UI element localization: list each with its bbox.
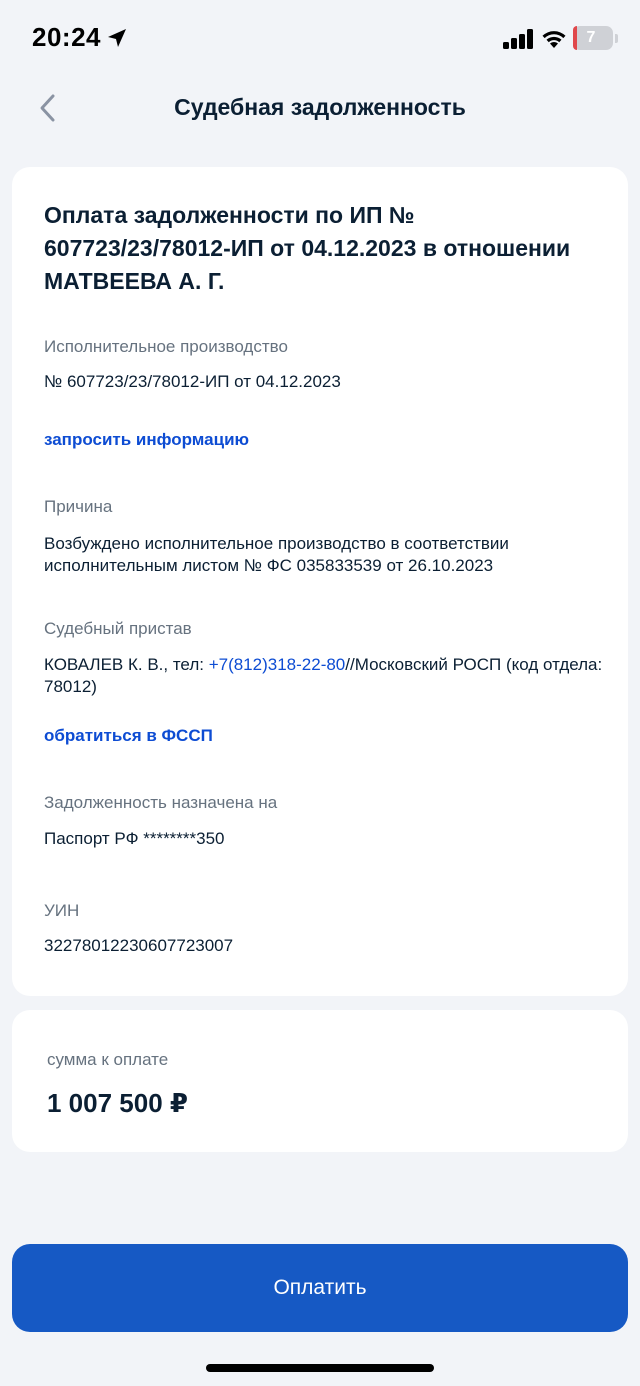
page-title: Судебная задолженность [174,94,466,120]
uin-value: 32278012230607723007 [44,936,234,955]
reason-value: Возбуждено исполнительное производство в… [44,534,509,575]
status-bar: 20:24 7 [0,0,640,78]
reason-label: Причина [44,497,113,516]
wifi-icon [542,31,566,48]
request-info-link[interactable]: запросить информацию [44,430,249,450]
battery-level: 7 [586,29,596,46]
sum-label: сумма к оплате [47,1050,169,1069]
battery-nub [615,34,618,43]
location-arrow-icon [108,29,126,47]
bailiff-name: КОВАЛЕВ К. В., тел: [44,655,209,674]
uin-label: УИН [44,901,80,920]
proceeding-label: Исполнительное производство [44,337,288,356]
bailiff-phone-link[interactable]: +7(812)318-22-80 [209,655,346,674]
payment-sum-card: сумма к оплате 1 007 500 ₽ [12,1010,628,1152]
pay-button[interactable]: Оплатить [12,1244,628,1332]
bailiff-label: Судебный пристав [44,619,192,638]
assigned-value: Паспорт РФ ********350 [44,829,225,848]
bailiff-value: КОВАЛЕВ К. В., тел: +7(812)318-22-80//Мо… [44,654,604,698]
status-time: 20:24 [32,22,101,52]
signal-icon [503,29,533,49]
proceeding-value: № 607723/23/78012-ИП от 04.12.2023 [44,372,341,391]
assigned-label: Задолженность назначена на [44,793,278,812]
header: Судебная задолженность [0,78,640,140]
home-indicator [206,1364,434,1372]
sum-value: 1 007 500 ₽ [47,1088,188,1118]
debt-details-card: Оплата задолженности по ИП № 607723/23/7… [12,167,628,996]
contact-fssp-link[interactable]: обратиться в ФССП [44,726,213,746]
debt-heading: Оплата задолженности по ИП № 607723/23/7… [44,202,571,294]
battery-icon: 7 [573,26,613,50]
